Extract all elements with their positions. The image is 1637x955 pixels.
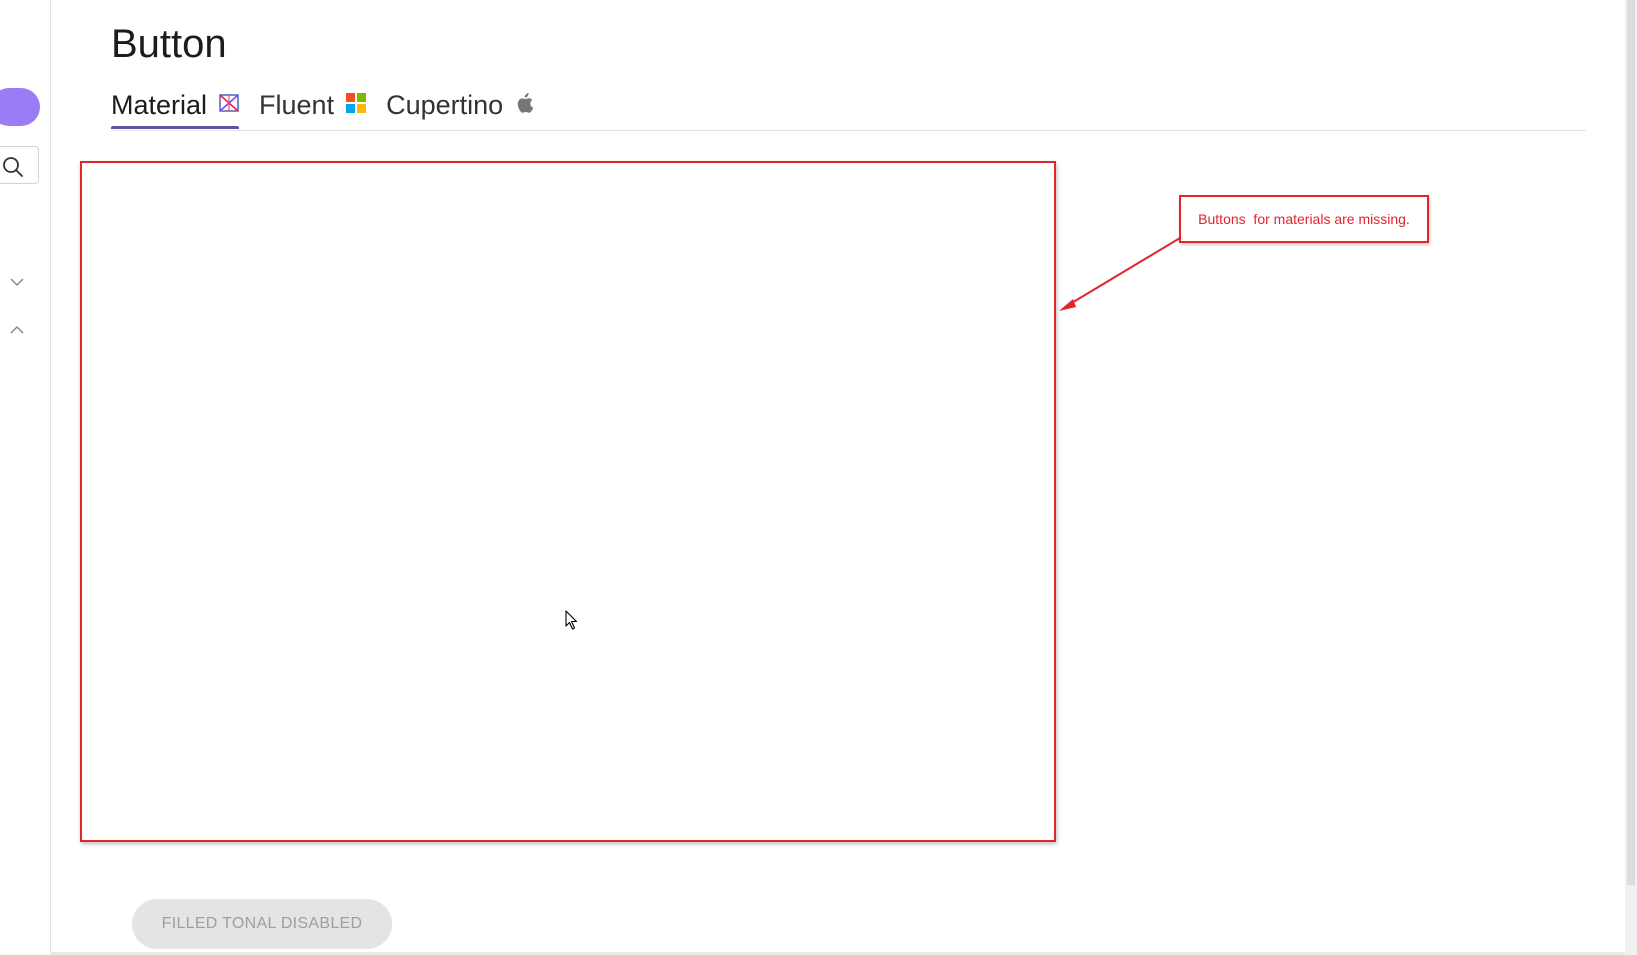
tab-material-label: Material: [111, 90, 208, 120]
tab-cupertino-label: Cupertino: [386, 90, 504, 120]
mouse-cursor-icon: [565, 610, 578, 630]
chevron-down-icon[interactable]: [9, 276, 25, 288]
annotation-arrow: [1059, 237, 1181, 311]
tab-material[interactable]: Material: [111, 82, 240, 129]
material-design-icon: [219, 93, 239, 118]
nav-rail: [0, 0, 51, 955]
tab-fluent[interactable]: Fluent: [259, 82, 367, 128]
rail-active-indicator[interactable]: [0, 88, 40, 126]
search-icon: [3, 157, 23, 177]
apple-icon: [515, 92, 534, 118]
chevron-up-icon[interactable]: [9, 324, 25, 336]
rail-search-button[interactable]: [0, 146, 39, 184]
filled-tonal-disabled-label: FILLED TONAL DISABLED: [161, 915, 363, 932]
scrollbar-thumb[interactable]: [1627, 0, 1635, 885]
annotation-callout-text: Buttons for materials are missing.: [1198, 211, 1410, 227]
missing-buttons-region: [80, 161, 1056, 842]
filled-tonal-disabled-button: FILLED TONAL DISABLED: [132, 899, 392, 949]
annotation-callout: Buttons for materials are missing.: [1179, 195, 1429, 243]
microsoft-windows-icon: [346, 92, 367, 118]
tab-fluent-label: Fluent: [259, 90, 335, 120]
page-title: Button: [111, 22, 227, 66]
platform-tabs: Material Fluent Cupertino: [111, 82, 1586, 131]
vertical-scrollbar[interactable]: [1625, 0, 1637, 955]
tab-cupertino[interactable]: Cupertino: [386, 82, 534, 128]
page: Button Material Fluent Cupertino Buttons…: [0, 0, 1637, 955]
